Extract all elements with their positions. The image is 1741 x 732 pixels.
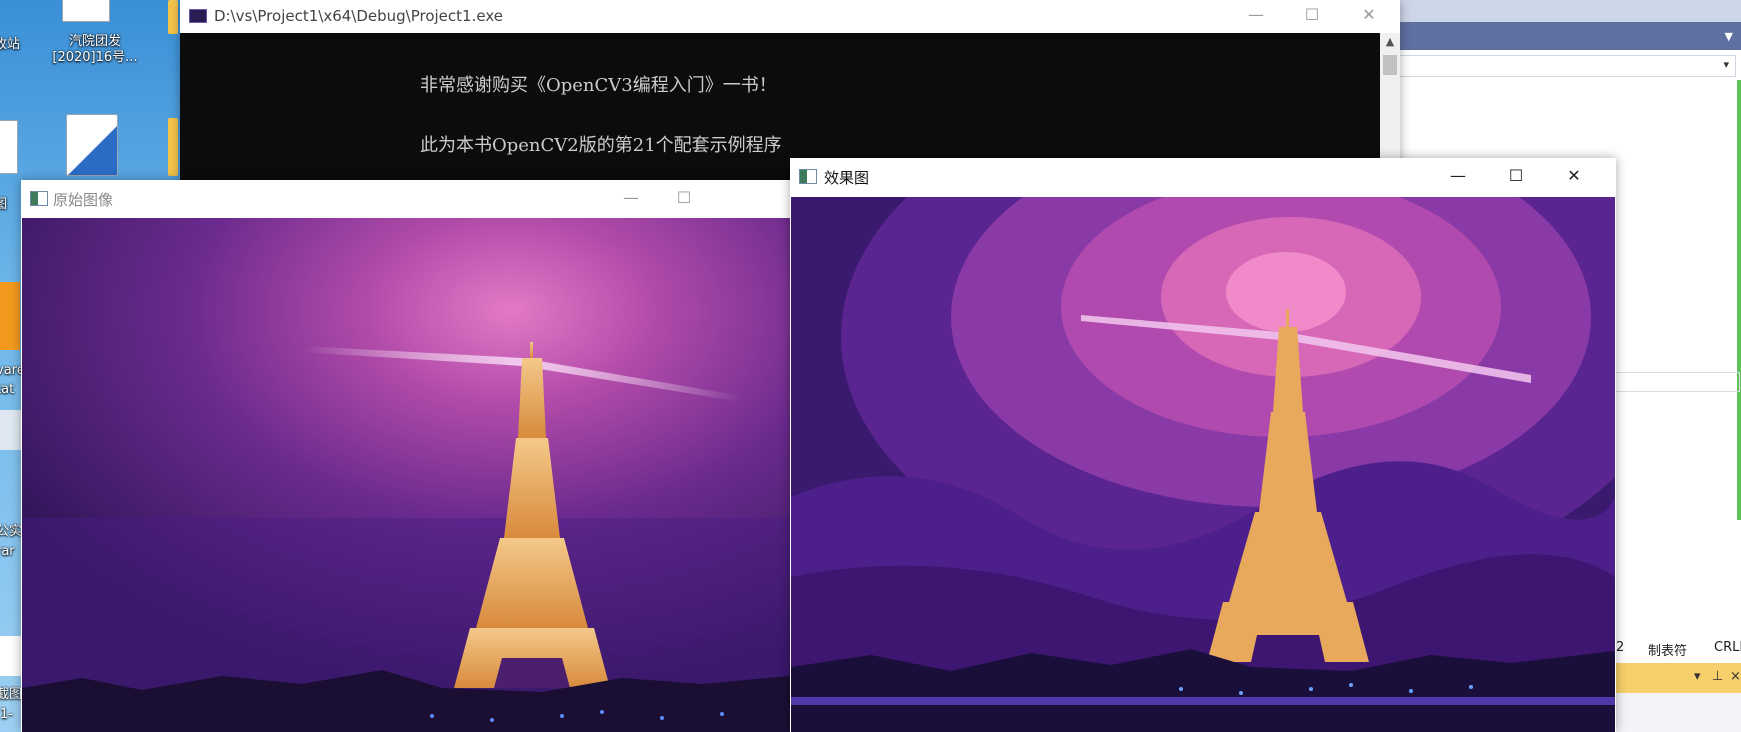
document-icon[interactable] xyxy=(0,120,18,174)
vs-change-indicator xyxy=(1737,80,1741,520)
minimize-button[interactable]: — xyxy=(1435,166,1481,185)
minimize-button[interactable]: — xyxy=(608,188,654,207)
desktop-icon-label[interactable]: 汽院团发 [2020]16号... xyxy=(40,34,150,66)
console-app-icon xyxy=(189,9,207,23)
desktop-label: tat xyxy=(0,382,15,397)
vs-input-field[interactable] xyxy=(1600,372,1740,392)
vs-menu-strip xyxy=(1380,0,1741,22)
opencv-window-icon xyxy=(30,191,48,206)
console-line: 此为本书OpenCV2版的第21个配套示例程序 xyxy=(420,135,782,156)
folder-icon[interactable] xyxy=(168,118,178,176)
opencv-window-icon xyxy=(799,169,817,184)
effect-image[interactable] xyxy=(791,197,1615,732)
status-column[interactable]: 2 xyxy=(1616,640,1624,655)
desktop-panel xyxy=(0,410,21,450)
pin-icon[interactable]: ⊥ xyxy=(1712,669,1723,684)
original-window-title: 原始图像 xyxy=(53,191,114,209)
close-button[interactable]: ✕ xyxy=(1346,5,1392,24)
console-line: 非常感谢购买《OpenCV3编程入门》一书！ xyxy=(420,75,777,96)
orange-app-icon[interactable] xyxy=(0,282,20,350)
desktop-thumbnail[interactable] xyxy=(0,636,21,676)
desktop-label: 截图 xyxy=(0,687,23,702)
original-image-window[interactable]: 原始图像 — ☐ xyxy=(21,180,811,732)
scroll-up-icon[interactable]: ▲ xyxy=(1380,35,1400,48)
river-lights xyxy=(791,697,1615,705)
console-window[interactable]: D:\vs\Project1\x64\Debug\Project1.exe — … xyxy=(180,0,1400,180)
minimize-button[interactable]: — xyxy=(1233,5,1279,24)
original-titlebar[interactable]: 原始图像 — ☐ xyxy=(21,180,811,218)
effect-window-title: 效果图 xyxy=(824,169,870,187)
chevron-down-icon[interactable]: ▾ xyxy=(1723,58,1729,71)
desktop-label: 1- xyxy=(0,707,13,722)
scrollbar-thumb[interactable] xyxy=(1383,55,1397,75)
desktop-label: 图 xyxy=(0,197,8,212)
close-button[interactable]: ✕ xyxy=(1551,166,1597,185)
console-titlebar[interactable]: D:\vs\Project1\x64\Debug\Project1.exe — … xyxy=(180,0,1400,33)
document-icon[interactable] xyxy=(62,0,110,22)
maximize-button[interactable]: ☐ xyxy=(1493,166,1539,185)
panel-menu-icon[interactable]: ▾ xyxy=(1694,669,1701,684)
original-image[interactable] xyxy=(22,218,810,732)
folder-icon[interactable] xyxy=(168,0,178,34)
maximize-button[interactable]: ☐ xyxy=(661,188,707,207)
close-icon[interactable]: × xyxy=(1730,669,1741,684)
status-line-endings[interactable]: CRLF xyxy=(1714,640,1741,655)
desktop-label: rar xyxy=(0,544,15,559)
status-indent[interactable]: 制表符 xyxy=(1648,640,1687,659)
effect-titlebar[interactable]: 效果图 — ☐ ✕ xyxy=(790,158,1616,197)
word-doc-icon[interactable] xyxy=(66,114,118,176)
console-title: D:\vs\Project1\x64\Debug\Project1.exe xyxy=(214,7,503,25)
vs-tab-bar[interactable]: ▼ xyxy=(1380,22,1741,50)
chevron-down-icon[interactable]: ▼ xyxy=(1725,30,1733,43)
vs-navigation-dropdown[interactable]: ▾ xyxy=(1380,55,1736,77)
desktop-label: 收站 xyxy=(0,37,21,52)
maximize-button[interactable]: ☐ xyxy=(1289,5,1335,24)
desktop-label: 公实 xyxy=(0,524,23,539)
effect-image-window[interactable]: 效果图 — ☐ ✕ xyxy=(790,158,1616,732)
